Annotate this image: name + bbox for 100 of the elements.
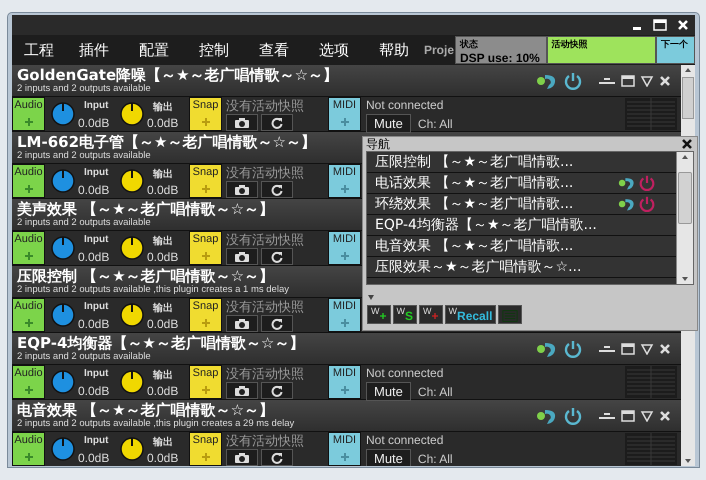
input-knob[interactable] (50, 101, 76, 127)
output-knob[interactable] (119, 436, 145, 462)
power-icon[interactable] (563, 406, 583, 426)
menu-item[interactable]: 配置 (124, 40, 184, 60)
midi-button[interactable]: MIDI (328, 231, 361, 265)
navigator-item[interactable]: EQP-4均衡器【～★～老广唱情歌... (367, 215, 676, 236)
mute-button[interactable]: Mute (366, 449, 411, 466)
output-knob[interactable] (119, 235, 145, 261)
reset-button[interactable] (261, 382, 293, 399)
snap-button[interactable]: Snap (189, 231, 222, 265)
midi-button[interactable]: MIDI (328, 97, 361, 131)
power-icon[interactable] (563, 70, 583, 90)
camera-icon (234, 250, 250, 262)
menu-overflow-text: Proje (424, 43, 454, 57)
camera-button[interactable] (226, 248, 258, 265)
input-knob[interactable] (50, 436, 76, 462)
snap-button[interactable]: Snap (189, 97, 222, 131)
scroll-up-icon[interactable] (681, 154, 689, 160)
reset-button[interactable] (261, 114, 293, 131)
midi-label: MIDI (332, 434, 356, 446)
power-icon[interactable] (563, 338, 583, 358)
midi-button[interactable]: MIDI (328, 365, 361, 399)
midi-button[interactable]: MIDI (328, 432, 361, 466)
snap-button[interactable]: Snap (189, 164, 222, 198)
dropdown-icon[interactable] (640, 74, 654, 86)
close-icon[interactable] (681, 138, 693, 150)
audio-button[interactable]: Audio (12, 365, 45, 399)
plugin-subtitle: 2 inputs and 2 outputs available (17, 151, 151, 161)
camera-button[interactable] (226, 315, 258, 332)
midi-label: MIDI (332, 166, 356, 178)
snap-button[interactable]: Snap (189, 432, 222, 466)
camera-button[interactable] (226, 382, 258, 399)
navigator-item[interactable]: 环绕效果 【～★～老广唱情歌... (367, 194, 676, 215)
toolbar-button[interactable]: $^{W}$+ (419, 305, 443, 324)
output-knob[interactable] (119, 369, 145, 395)
audio-button[interactable]: Audio (12, 432, 45, 466)
audio-button[interactable]: Audio (12, 298, 45, 332)
snap-button[interactable]: Snap (189, 298, 222, 332)
dropdown-icon[interactable] (640, 342, 654, 354)
scrollbar-thumb[interactable] (682, 77, 694, 119)
maximize-icon[interactable] (621, 74, 635, 86)
midi-button[interactable]: MIDI (328, 298, 361, 332)
refresh-icon (271, 250, 283, 262)
reset-button[interactable] (261, 315, 293, 332)
navigator-item[interactable]: 压限控制 【～★～老广唱情歌... (367, 152, 676, 173)
mute-button[interactable]: Mute (366, 114, 411, 133)
maximize-icon[interactable] (621, 342, 635, 354)
scroll-up-icon[interactable] (684, 67, 692, 73)
output-knob[interactable] (119, 168, 145, 194)
mute-button[interactable]: Mute (366, 382, 411, 401)
dropdown-icon[interactable] (640, 410, 654, 422)
navigator-item[interactable]: 压限效果～★～老广唱情歌～☆... (367, 257, 676, 278)
menu-item[interactable]: 插件 (64, 40, 124, 60)
navigator-item[interactable]: 电音效果 【～★～老广唱情歌... (367, 236, 676, 257)
menu-item[interactable]: 帮助 (364, 40, 424, 60)
list-view-button[interactable] (498, 305, 522, 324)
scrollbar-thumb[interactable] (678, 172, 692, 224)
list-icon (502, 309, 518, 323)
input-knob[interactable] (50, 235, 76, 261)
output-knob[interactable] (119, 302, 145, 328)
input-label: Input (83, 234, 110, 245)
snap-button[interactable]: Snap (189, 365, 222, 399)
plugin-subtitle: 2 inputs and 2 outputs available ,this plugin creates a 29 ms delay (17, 419, 294, 429)
toolbar-button[interactable]: $^{W}$+ (367, 305, 391, 324)
expand-icon[interactable] (367, 294, 375, 301)
camera-button[interactable] (226, 114, 258, 131)
menu-item[interactable]: 控制 (184, 40, 244, 60)
maximize-icon[interactable] (621, 410, 635, 422)
output-label: 输出 (152, 436, 174, 449)
audio-button[interactable]: Audio (12, 97, 45, 131)
camera-button[interactable] (226, 449, 258, 466)
midi-channel: Ch: All (418, 384, 453, 398)
menu-item[interactable]: 查看 (244, 40, 304, 60)
scroll-down-icon[interactable] (684, 458, 692, 464)
input-knob[interactable] (50, 369, 76, 395)
menu-item[interactable]: 工程 (14, 40, 64, 60)
input-knob[interactable] (50, 168, 76, 194)
audio-button[interactable]: Audio (12, 231, 45, 265)
midi-label: MIDI (332, 367, 356, 379)
camera-button[interactable] (226, 181, 258, 198)
toolbar-button[interactable]: $^{W}$Recall (444, 305, 496, 324)
input-knob[interactable] (50, 302, 76, 328)
scroll-down-icon[interactable] (681, 276, 689, 282)
output-value: 0.0dB (147, 116, 180, 130)
reset-button[interactable] (261, 181, 293, 198)
input-label: Input (83, 167, 110, 178)
status-value: DSP use: 10% (460, 51, 541, 65)
midi-button[interactable]: MIDI (328, 164, 361, 198)
reset-button[interactable] (261, 449, 293, 466)
output-value: 0.0dB (147, 317, 180, 331)
audio-button[interactable]: Audio (12, 164, 45, 198)
input-value: 0.0dB (78, 250, 110, 264)
input-value: 0.0dB (78, 317, 110, 331)
toolbar-button[interactable]: $^{W}$S (392, 305, 418, 324)
navigator-item[interactable]: 电话效果 【～★～老广唱情歌... (367, 173, 676, 194)
reset-button[interactable] (261, 248, 293, 265)
input-label: Input (83, 435, 110, 446)
refresh-icon (271, 184, 283, 196)
menu-item[interactable]: 选项 (304, 40, 364, 60)
output-knob[interactable] (119, 101, 145, 127)
